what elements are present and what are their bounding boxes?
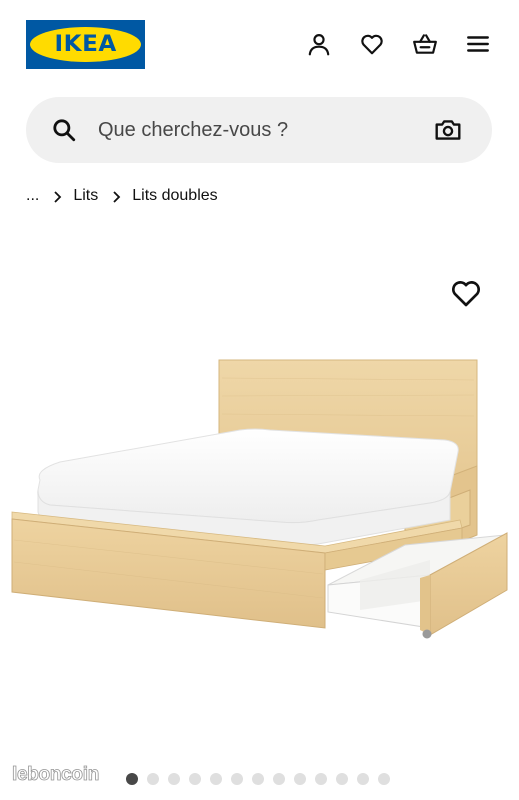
person-icon (308, 34, 330, 56)
leboncoin-watermark: leboncoin (12, 764, 100, 786)
breadcrumb: ... Lits Lits doubles (26, 185, 218, 207)
search-icon[interactable] (51, 117, 77, 143)
account-button[interactable] (303, 28, 335, 60)
breadcrumb-lits-doubles[interactable]: Lits doubles (132, 187, 217, 205)
site-header: IKEA (0, 0, 519, 90)
breadcrumb-lits[interactable]: Lits (73, 187, 98, 205)
basket-icon (413, 34, 437, 54)
heart-outline-icon (452, 281, 480, 307)
add-to-favorites-button[interactable] (450, 278, 482, 308)
heart-icon (361, 34, 383, 55)
carousel-dot[interactable] (252, 773, 264, 785)
carousel-dot[interactable] (168, 773, 180, 785)
wishlist-button[interactable] (356, 28, 388, 60)
hamburger-menu-icon (467, 36, 489, 52)
carousel-dot[interactable] (357, 773, 369, 785)
carousel-dot[interactable] (210, 773, 222, 785)
carousel-dot[interactable] (273, 773, 285, 785)
chevron-right-icon (112, 190, 122, 203)
camera-icon[interactable] (434, 117, 462, 143)
search-input[interactable] (98, 113, 418, 147)
carousel-dot[interactable] (147, 773, 159, 785)
ikea-logo[interactable]: IKEA (26, 20, 145, 69)
carousel-dot[interactable] (294, 773, 306, 785)
carousel-dot[interactable] (231, 773, 243, 785)
logo-oval: IKEA (30, 27, 141, 62)
carousel-dot[interactable] (315, 773, 327, 785)
carousel-dot[interactable] (336, 773, 348, 785)
menu-button[interactable] (462, 28, 494, 60)
carousel-dots (126, 772, 390, 786)
logo-text: IKEA (54, 32, 117, 57)
carousel-dot[interactable] (378, 773, 390, 785)
cart-button[interactable] (409, 28, 441, 60)
breadcrumb-ellipsis[interactable]: ... (26, 187, 39, 205)
bed-image (11, 359, 508, 639)
carousel-dot[interactable] (126, 773, 138, 785)
chevron-right-icon (53, 190, 63, 203)
carousel-dot[interactable] (189, 773, 201, 785)
search-bar[interactable] (26, 97, 492, 163)
